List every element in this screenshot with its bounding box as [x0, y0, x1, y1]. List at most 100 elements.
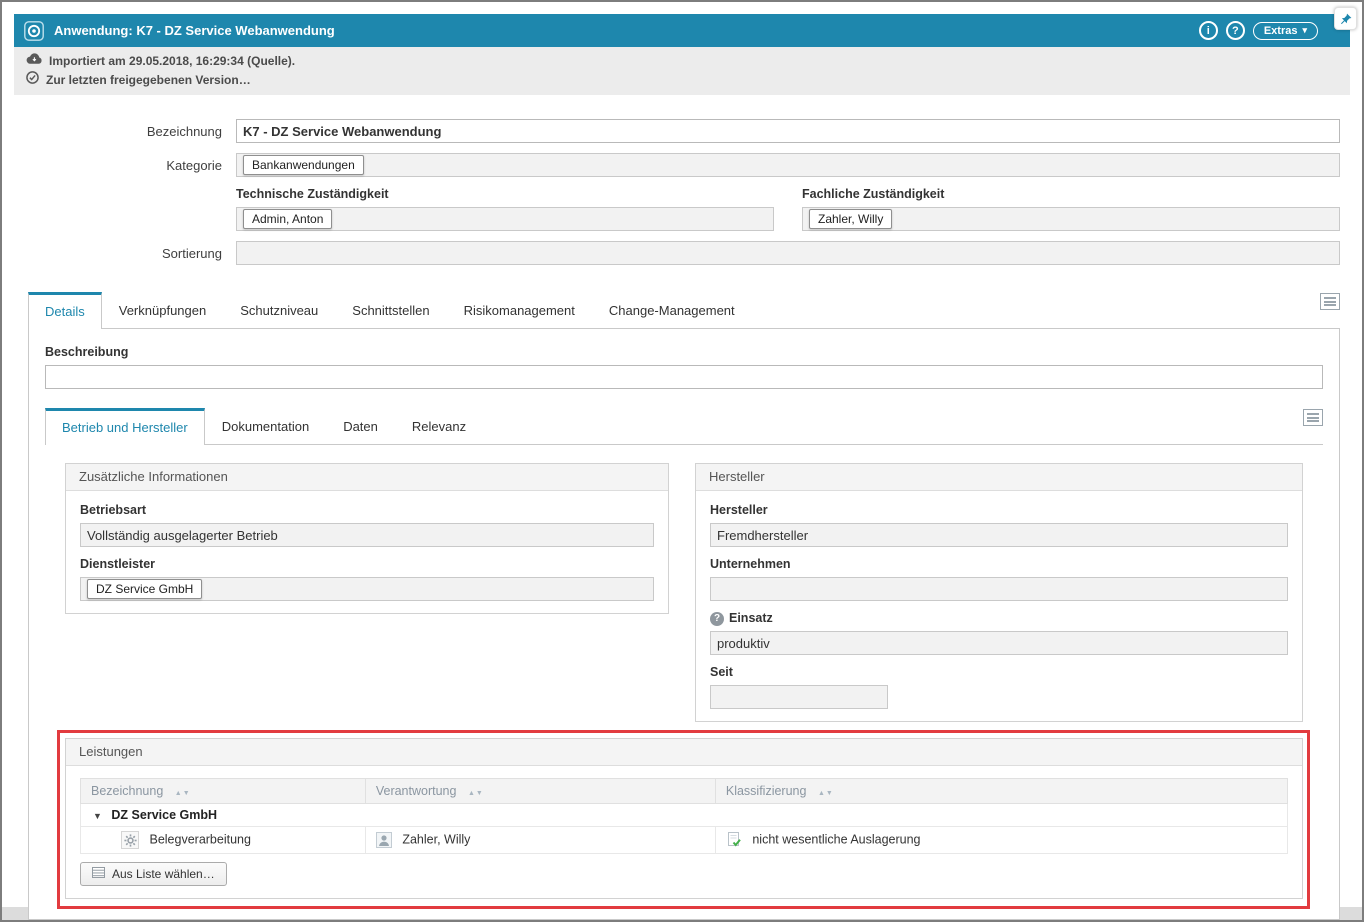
betriebsart-field[interactable]: Vollständig ausgelagerter Betrieb	[80, 523, 654, 547]
hersteller-field[interactable]: Fremdhersteller	[710, 523, 1288, 547]
group-title-zusatz: Zusätzliche Informationen	[66, 464, 668, 491]
zusaetzliche-informationen-group: Zusätzliche Informationen Betriebsart Vo…	[65, 463, 669, 614]
subtab-daten[interactable]: Daten	[326, 407, 395, 444]
beschreibung-label: Beschreibung	[45, 345, 1323, 360]
sub-tab-bar: Betrieb und Hersteller Dokumentation Dat…	[45, 407, 1323, 445]
header-form: Bezeichnung K7 - DZ Service Webanwendung…	[14, 95, 1350, 277]
sort-desc-icon[interactable]: ▼	[826, 790, 834, 797]
info-button[interactable]: i	[1199, 21, 1218, 40]
bezeichnung-label: Bezeichnung	[14, 124, 236, 139]
app-logo-icon	[24, 21, 44, 41]
tab-details[interactable]: Details	[28, 292, 102, 329]
extras-label: Extras	[1264, 25, 1298, 37]
technische-zustaendigkeit-field[interactable]: Admin, Anton	[236, 207, 774, 231]
sort-asc-icon[interactable]: ▲	[175, 790, 183, 797]
column-header-klassifizierung[interactable]: Klassifizierung ▲▼	[715, 779, 1287, 804]
service-gear-icon	[121, 831, 139, 849]
details-panel: Beschreibung Betrieb und Hersteller Doku…	[28, 328, 1340, 920]
version-line: Zur letzten freigegebenen Version…	[26, 71, 1338, 88]
sortierung-label: Sortierung	[14, 246, 236, 261]
collapse-icon[interactable]: ▼	[93, 811, 102, 821]
technische-zustaendigkeit-chip[interactable]: Admin, Anton	[243, 209, 332, 229]
sort-desc-icon[interactable]: ▼	[183, 790, 191, 797]
table-group-row[interactable]: ▼ DZ Service GmbH	[81, 804, 1288, 827]
kategorie-label: Kategorie	[14, 158, 236, 173]
pin-window-button[interactable]	[1334, 7, 1357, 30]
technische-zustaendigkeit-label: Technische Zuständigkeit	[236, 187, 774, 202]
titlebar-actions: i ? Extras ▾	[1199, 21, 1318, 40]
help-icon[interactable]: ?	[710, 612, 724, 626]
tab-risikomanagement[interactable]: Risikomanagement	[447, 291, 592, 328]
fachliche-zustaendigkeit-label: Fachliche Zuständigkeit	[802, 187, 1340, 202]
field-value: K7 - DZ Service Webanwendung	[243, 124, 441, 139]
cloud-download-icon	[26, 53, 42, 69]
hersteller-group: Hersteller Hersteller Fremdhersteller Un…	[695, 463, 1303, 722]
sort-asc-icon[interactable]: ▲	[468, 790, 476, 797]
column-header-bezeichnung[interactable]: Bezeichnung ▲▼	[81, 779, 366, 804]
zustaendigkeit-row: Technische Zuständigkeit Admin, Anton Fa…	[14, 187, 1340, 231]
group-row-label: DZ Service GmbH	[111, 808, 217, 822]
subtab-betrieb-und-hersteller[interactable]: Betrieb und Hersteller	[45, 408, 205, 445]
tab-verknuepfungen[interactable]: Verknüpfungen	[102, 291, 223, 328]
layout-toggle-icon-2[interactable]	[1303, 409, 1323, 426]
bezeichnung-input[interactable]: K7 - DZ Service Webanwendung	[236, 119, 1340, 143]
help-button[interactable]: ?	[1226, 21, 1245, 40]
einsatz-label: Einsatz	[729, 611, 773, 626]
tab-schnittstellen[interactable]: Schnittstellen	[335, 291, 446, 328]
layout-toggle-icon[interactable]	[1320, 293, 1340, 310]
sort-asc-icon[interactable]: ▲	[818, 790, 826, 797]
column-label: Bezeichnung	[91, 784, 163, 798]
group-title-leistungen: Leistungen	[66, 739, 1302, 766]
column-header-verantwortung[interactable]: Verantwortung ▲▼	[365, 779, 715, 804]
column-label: Verantwortung	[376, 784, 457, 798]
tab-change-management[interactable]: Change-Management	[592, 291, 752, 328]
bezeichnung-row: Bezeichnung K7 - DZ Service Webanwendung	[14, 119, 1340, 143]
field-value: Fremdhersteller	[717, 528, 808, 543]
window-titlebar: Anwendung: K7 - DZ Service Webanwendung …	[14, 14, 1350, 47]
aus-liste-waehlen-button[interactable]: Aus Liste wählen…	[80, 862, 227, 886]
leistungen-table: Bezeichnung ▲▼ Verantwortung ▲▼	[80, 778, 1288, 854]
sort-desc-icon[interactable]: ▼	[476, 790, 484, 797]
hersteller-label: Hersteller	[710, 503, 1288, 518]
kategorie-field[interactable]: Bankanwendungen	[236, 153, 1340, 177]
dienstleister-field[interactable]: DZ Service GmbH	[80, 577, 654, 601]
column-label: Klassifizierung	[726, 784, 807, 798]
table-header-row: Bezeichnung ▲▼ Verantwortung ▲▼	[81, 779, 1288, 804]
field-value: Vollständig ausgelagerter Betrieb	[87, 528, 278, 543]
seit-field[interactable]	[710, 685, 888, 709]
sortierung-field[interactable]	[236, 241, 1340, 265]
last-approved-version-link[interactable]: Zur letzten freigegebenen Version…	[46, 72, 251, 88]
kategorie-chip[interactable]: Bankanwendungen	[243, 155, 364, 175]
button-label: Aus Liste wählen…	[112, 867, 215, 881]
main-tab-bar: Details Verknüpfungen Schutzniveau Schni…	[28, 291, 1340, 328]
tab-schutzniveau[interactable]: Schutzniveau	[223, 291, 335, 328]
fachliche-zustaendigkeit-field[interactable]: Zahler, Willy	[802, 207, 1340, 231]
subtab-dokumentation[interactable]: Dokumentation	[205, 407, 326, 444]
seit-label: Seit	[710, 665, 1288, 680]
fachliche-zustaendigkeit-chip[interactable]: Zahler, Willy	[809, 209, 892, 229]
window-title: Anwendung: K7 - DZ Service Webanwendung	[54, 23, 335, 38]
cell-verantwortung: Zahler, Willy	[402, 832, 470, 846]
application-window: Anwendung: K7 - DZ Service Webanwendung …	[0, 0, 1364, 922]
betrieb-hersteller-content: Zusätzliche Informationen Betriebsart Vo…	[45, 445, 1323, 903]
dienstleister-chip[interactable]: DZ Service GmbH	[87, 579, 202, 599]
sortierung-row: Sortierung	[14, 241, 1340, 265]
technische-zustaendigkeit-group: Technische Zuständigkeit Admin, Anton	[236, 187, 774, 231]
import-date-text: Importiert am 29.05.2018, 16:29:34 (Quel…	[49, 53, 295, 69]
beschreibung-input[interactable]	[45, 365, 1323, 389]
unternehmen-field[interactable]	[710, 577, 1288, 601]
quelle-link[interactable]: Quelle	[251, 54, 288, 68]
person-icon	[376, 832, 392, 848]
fachliche-zustaendigkeit-group: Fachliche Zuständigkeit Zahler, Willy	[802, 187, 1340, 231]
field-value: produktiv	[717, 636, 770, 651]
table-row[interactable]: Belegverarbeitung	[81, 827, 1288, 854]
betriebsart-label: Betriebsart	[80, 503, 654, 518]
subtab-relevanz[interactable]: Relevanz	[395, 407, 483, 444]
extras-button[interactable]: Extras ▾	[1253, 22, 1318, 40]
dienstleister-label: Dienstleister	[80, 557, 654, 572]
import-info-bar: Importiert am 29.05.2018, 16:29:34 (Quel…	[14, 47, 1350, 95]
einsatz-field[interactable]: produktiv	[710, 631, 1288, 655]
cell-klassifizierung: nicht wesentliche Auslagerung	[752, 832, 920, 846]
group-title-hersteller: Hersteller	[696, 464, 1302, 491]
chevron-down-icon: ▾	[1302, 26, 1307, 35]
